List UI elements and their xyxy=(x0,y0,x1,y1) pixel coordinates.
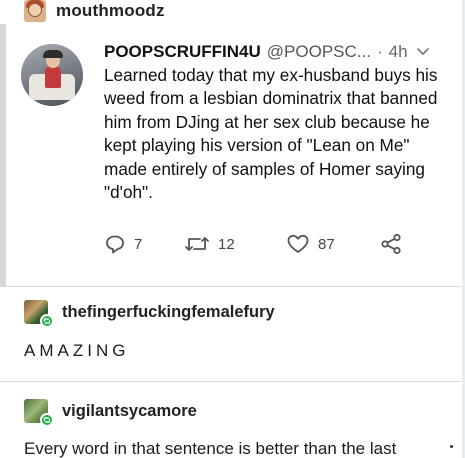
retweet-button[interactable]: 12 xyxy=(184,232,235,256)
avatar[interactable] xyxy=(24,0,46,22)
reblog-icon xyxy=(40,413,54,427)
reblog-author[interactable]: thefingerfuckingfemalefury xyxy=(24,298,275,328)
ellipsis-dot xyxy=(450,445,453,448)
retweet-icon xyxy=(184,234,210,254)
share-icon xyxy=(380,233,402,255)
quote-bar xyxy=(0,24,6,286)
retweet-count: 12 xyxy=(218,235,235,253)
avatar[interactable] xyxy=(24,397,54,427)
chevron-down-icon[interactable] xyxy=(416,45,430,59)
divider xyxy=(0,381,465,382)
tweet-text: Learned today that my ex-husband buys hi… xyxy=(104,65,438,203)
reply-icon xyxy=(104,233,126,255)
reblog-author[interactable]: vigilantsycamore xyxy=(24,397,197,427)
tweet-display-name[interactable]: POOPSCRUFFIN4U xyxy=(104,42,261,62)
reblog-text: Every word in that sentence is better th… xyxy=(24,439,397,458)
tweet-actions: 7 12 87 xyxy=(104,232,424,256)
tweet-time[interactable]: 4h xyxy=(389,42,408,62)
reply-button[interactable]: 7 xyxy=(104,232,142,256)
tweet-avatar[interactable] xyxy=(21,44,83,106)
tweet-header: POOPSCRUFFIN4U @POOPSC... · 4h xyxy=(104,41,459,63)
reblog-icon xyxy=(40,314,54,328)
tweet-separator: · xyxy=(376,42,383,61)
post-author[interactable]: mouthmoodz xyxy=(24,0,165,22)
reblog-username[interactable]: vigilantsycamore xyxy=(62,402,197,421)
reblog-username[interactable]: thefingerfuckingfemalefury xyxy=(62,303,275,322)
tweet-handle[interactable]: @POOPSC... xyxy=(267,42,371,62)
avatar[interactable] xyxy=(24,298,54,328)
reply-count: 7 xyxy=(134,235,143,253)
like-count: 87 xyxy=(318,235,335,253)
tumblr-post: mouthmoodz POOPSCRUFFIN4U @POOPSC... · 4… xyxy=(0,0,465,458)
divider xyxy=(0,286,465,287)
post-author-name[interactable]: mouthmoodz xyxy=(56,1,165,21)
like-icon xyxy=(286,233,310,255)
share-button[interactable] xyxy=(380,232,402,256)
reblog-text: AMAZING xyxy=(24,341,130,360)
like-button[interactable]: 87 xyxy=(286,232,335,256)
